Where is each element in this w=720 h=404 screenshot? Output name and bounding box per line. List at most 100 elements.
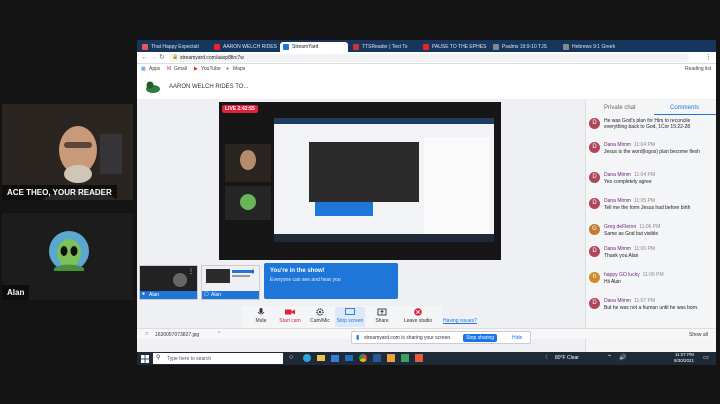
chrome-icon[interactable] — [359, 354, 367, 362]
reading-list[interactable]: Reading list — [685, 66, 711, 72]
browser-tab[interactable]: That Happy Expectati — [139, 42, 209, 52]
browser-tab[interactable]: Psalms 19:9-10 TJS — [490, 42, 558, 52]
cam-mic-button[interactable]: Cam/Mic — [305, 307, 335, 327]
user-icon: ● — [142, 291, 146, 297]
comment-author: Dana Mimm 11:04 PM — [604, 172, 655, 178]
url-field[interactable]: 🔒 streamyard.com/aaxp8firc7w — [169, 54, 689, 62]
task-view-icon[interactable]: ○ — [289, 354, 293, 361]
author-name: Greg deFleron — [604, 224, 637, 230]
reload-icon[interactable]: ↻ — [159, 53, 165, 61]
author-name: Dana Mimm — [604, 198, 631, 204]
store-icon[interactable] — [331, 355, 339, 362]
browser-tab-active[interactable]: StreamYard — [280, 42, 348, 52]
word-icon[interactable] — [373, 354, 381, 362]
start-cam-button[interactable]: Start cam — [275, 307, 305, 327]
bookmark-maps[interactable]: Maps — [233, 66, 245, 72]
avatar: D — [589, 246, 600, 257]
app-icon[interactable] — [387, 354, 395, 362]
bookmark-apps[interactable]: Apps — [149, 66, 160, 72]
bookmark-youtube[interactable]: YouTube — [201, 66, 221, 72]
tab-label: That Happy Expectati — [151, 44, 199, 50]
taskbar-time: 11:07 PM — [675, 352, 694, 357]
leave-studio-button[interactable]: Leave studio — [399, 307, 437, 327]
more-icon[interactable]: ⋮ — [250, 268, 256, 275]
participant-tile-ace[interactable]: ACE THEO, YOUR READER — [2, 104, 133, 200]
screen-icon: ▢ — [204, 291, 209, 297]
volume-icon[interactable]: 🔊 — [619, 354, 626, 361]
in-show-title: You're in the show! — [270, 268, 325, 274]
app-icon[interactable] — [401, 354, 409, 362]
hide-button[interactable]: Hide — [512, 335, 522, 341]
tab-label: Psalms 19:9-10 TJS — [502, 44, 547, 50]
show-all-button[interactable]: Show all — [689, 332, 708, 338]
comment-author: happy GO lucky 11:06 PM — [604, 272, 664, 278]
stream-preview-content — [219, 102, 501, 260]
gmail-icon: M — [167, 66, 172, 72]
live-badge-text: LIVE 2:42:55 — [225, 106, 255, 112]
menu-icon[interactable]: ⋮ — [705, 53, 712, 61]
author-name: Dana Mimm — [604, 142, 631, 148]
download-filename[interactable]: 1630057073827.jpg — [155, 332, 199, 338]
comment-item: D Dana Mimm 11:05 PM Tell me the form Jes… — [589, 198, 715, 220]
edge-icon[interactable] — [303, 354, 311, 362]
windows-taskbar: ⚲ Type here to search ○ ☾ 80°F Clear ⌃ 🔊… — [137, 352, 716, 365]
author-name: Dana Mimm — [604, 298, 631, 304]
taskbar-search-box[interactable]: ⚲ Type here to search — [153, 353, 283, 364]
address-bar: ← → ↻ 🔒 streamyard.com/aaxp8firc7w ⋮ — [137, 52, 716, 64]
notifications-icon[interactable]: ▭ — [703, 354, 709, 361]
live-badge: LIVE 2:42:55 — [222, 105, 258, 113]
app-icon[interactable] — [415, 354, 423, 362]
having-issues-link[interactable]: Having issues? — [443, 318, 477, 324]
share-button[interactable]: Share — [367, 307, 397, 327]
control-label: Stop screen — [336, 318, 364, 324]
tab-comments[interactable]: Comments — [670, 105, 699, 111]
screen-share-notice: ▮ streamyard.com is sharing your screen.… — [351, 331, 531, 344]
browser-tab[interactable]: Hebrews 9:1 Greek — [560, 42, 628, 52]
comment-author: Greg deFleron 11:06 PM — [604, 224, 660, 230]
browser-tab[interactable]: TTSReader | Text To — [350, 42, 418, 52]
thumbnail-alan-cam[interactable]: ⋮ ● Alan — [139, 265, 198, 300]
comment-time: 11:06 PM — [633, 246, 655, 252]
chevron-up-icon[interactable]: ⌃ — [217, 331, 221, 337]
maps-icon: ● — [226, 66, 230, 72]
close-icon — [414, 308, 422, 316]
bookmark-gmail[interactable]: Gmail — [174, 66, 187, 72]
participant-name: ACE THEO, YOUR READER — [2, 185, 117, 200]
author-name: Dana Mimm — [604, 172, 631, 178]
stop-screen-button[interactable]: Stop screen — [335, 307, 365, 327]
thumbnail-name: Alan — [149, 292, 160, 298]
windows-start-icon[interactable] — [141, 355, 149, 363]
comment-item: D Dana Mimm 11:06 PM Thank you Alan — [589, 246, 715, 262]
tab-label: StreamYard — [292, 44, 319, 50]
mute-button[interactable]: Mute — [246, 307, 276, 327]
tab-label: Hebrews 9:1 Greek — [572, 44, 616, 50]
author-name: Dana Mimm — [604, 246, 631, 252]
network-icon[interactable]: ⌃ — [607, 354, 612, 361]
in-show-subtitle: Everyone can see and hear you — [270, 277, 341, 283]
participant-tile-alan[interactable]: Alan — [2, 213, 133, 300]
more-icon[interactable]: ⋮ — [188, 268, 194, 275]
thumbnail-alan-screen[interactable]: ⋮ ▢ Alan — [201, 265, 260, 300]
share-indicator-icon: ▮ — [356, 335, 360, 341]
back-icon[interactable]: ← — [141, 54, 148, 61]
file-explorer-icon[interactable] — [317, 355, 325, 361]
comment-time: 11:06 PM — [639, 224, 661, 230]
forward-icon[interactable]: → — [150, 54, 157, 61]
taskbar-date: 8/30/2021 — [674, 358, 695, 363]
comment-text: Hii Alan — [604, 279, 621, 285]
comment-item: D He was God's plan for Him to reconcile… — [589, 118, 715, 136]
browser-tab[interactable]: PAUSE TO THE EPHES — [420, 42, 488, 52]
tab-label: AARON WELCH RIDES — [223, 44, 277, 50]
tab-private-chat[interactable]: Private chat — [604, 105, 636, 111]
avatar: G — [589, 224, 600, 235]
comment-time: 11:05 PM — [633, 198, 655, 204]
search-icon: ⚲ — [156, 355, 161, 361]
browser-tab[interactable]: AARON WELCH RIDES — [211, 42, 279, 52]
comment-author: Dana Mimm 11:07 PM — [604, 298, 655, 304]
file-icon: □ — [145, 331, 149, 337]
apps-icon[interactable]: ▦ — [141, 66, 146, 72]
stop-sharing-button[interactable]: Stop sharing — [463, 334, 498, 342]
tab-label: PAUSE TO THE EPHES — [432, 44, 487, 50]
comment-text: Tell me the form Jesus had before birth — [604, 205, 691, 211]
mail-icon[interactable] — [345, 355, 353, 361]
